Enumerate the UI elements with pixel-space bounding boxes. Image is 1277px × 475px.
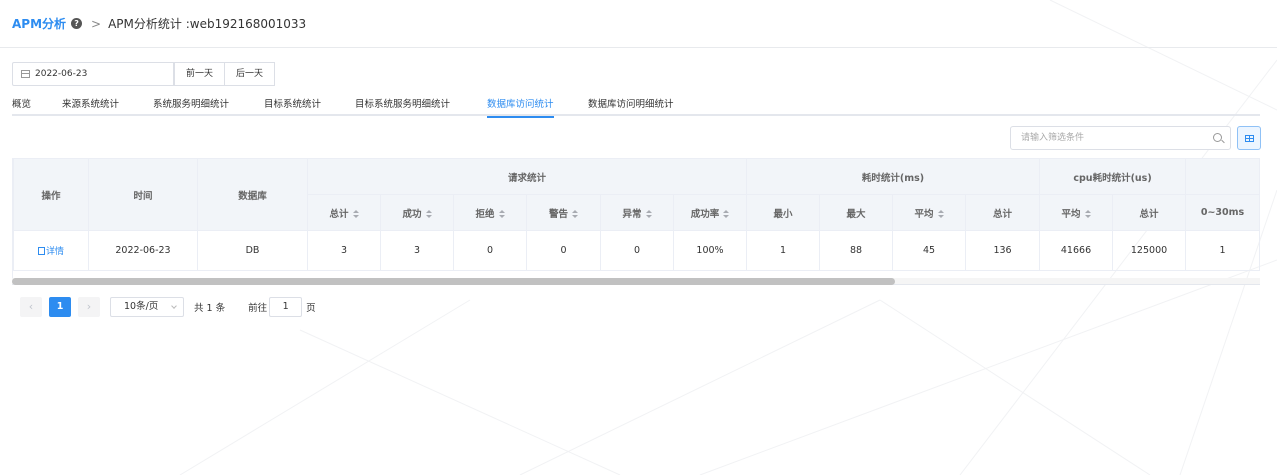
sort-icon[interactable]	[937, 210, 944, 218]
cell-cost-total: 136	[965, 230, 1041, 271]
page-title: APM分析统计 :web192168001033	[108, 17, 307, 31]
col-label: 成功率	[690, 208, 720, 220]
prev-day-button[interactable]: 前一天	[174, 62, 226, 86]
date-toolbar: 2022-06-23 前一天 后一天	[12, 62, 276, 86]
col-group-requests: 请求统计	[306, 158, 748, 195]
cell-cpu-avg: 41666	[1039, 230, 1114, 271]
page-size-select[interactable]: 10条/页	[110, 297, 184, 317]
sort-icon[interactable]	[723, 210, 730, 218]
sort-icon[interactable]	[425, 210, 432, 218]
help-icon[interactable]: ?	[71, 18, 83, 29]
col-label: 警告	[548, 208, 568, 220]
page-number-current[interactable]: 1	[49, 297, 71, 317]
goto-label: 前往	[248, 303, 268, 314]
col-group-cost: 耗时统计(ms)	[746, 158, 1041, 195]
cell-time: 2022-06-23	[88, 230, 198, 271]
cell-cost-avg: 45	[892, 230, 967, 271]
date-picker[interactable]: 2022-06-23	[12, 62, 174, 86]
col-group-cpu: cpu耗时统计(us)	[1039, 158, 1187, 195]
next-day-button[interactable]: 后一天	[224, 62, 276, 86]
detail-cell: 详情	[13, 230, 89, 271]
col-label: 成功	[402, 208, 422, 220]
cell-cost-min: 1	[746, 230, 821, 271]
cell-dist-0-30: 1	[1185, 230, 1260, 271]
cell-req-success: 3	[380, 230, 454, 271]
stats-table: 操作 时间 数据库 请求统计 耗时统计(ms) cpu耗时统计(us) 总计 成…	[12, 158, 1260, 278]
cell-database: DB	[197, 230, 308, 271]
filter-placeholder: 请输入筛选条件	[1021, 133, 1085, 143]
filter-input[interactable]: 请输入筛选条件	[1010, 126, 1231, 150]
table-row: 详情 2022-06-23 DB 3 3 0 0 0 100% 1 88 45 …	[13, 230, 1260, 271]
cell-req-total: 3	[307, 230, 381, 271]
header-bar: APM分析 ? > APM分析统计 :web192168001033	[0, 0, 1277, 48]
breadcrumb-separator-icon: >	[91, 16, 102, 31]
col-req-warn[interactable]: 警告	[526, 194, 601, 231]
goto-page-input[interactable]: 1	[269, 297, 303, 317]
col-cost-min: 最小	[746, 194, 821, 231]
sort-icon[interactable]	[352, 210, 359, 218]
col-req-total[interactable]: 总计	[307, 194, 381, 231]
col-label: 异常	[622, 208, 642, 220]
sort-icon[interactable]	[572, 210, 578, 218]
sort-icon[interactable]	[1084, 210, 1091, 218]
total-count: 共 1 条	[194, 303, 226, 314]
calendar-icon	[21, 70, 30, 78]
col-dist-0-30: 0~30ms	[1185, 194, 1260, 231]
col-group-distribution	[1185, 158, 1260, 195]
tab-target-service-detail[interactable]: 目标系统服务明细统计	[355, 96, 450, 114]
chevron-down-icon	[171, 303, 177, 309]
tab-db-access-detail[interactable]: 数据库访问明细统计	[588, 96, 674, 114]
col-req-error[interactable]: 异常	[600, 194, 674, 231]
cell-cost-max: 88	[819, 230, 894, 271]
horizontal-scrollbar[interactable]	[12, 278, 1260, 285]
cell-req-warn: 0	[526, 230, 601, 271]
brand-title[interactable]: APM分析	[12, 15, 66, 32]
col-label: 平均	[1061, 208, 1081, 220]
next-page-icon[interactable]: ›	[78, 297, 100, 317]
col-cost-avg[interactable]: 平均	[892, 194, 967, 231]
col-req-success[interactable]: 成功	[380, 194, 454, 231]
page-suffix: 页	[306, 303, 316, 314]
col-req-reject[interactable]: 拒绝	[453, 194, 527, 231]
col-cpu-total: 总计	[1112, 194, 1187, 231]
col-req-rate[interactable]: 成功率	[672, 194, 748, 231]
cell-req-rate: 100%	[672, 230, 748, 271]
date-value: 2022-06-23	[35, 69, 88, 79]
sort-icon[interactable]	[498, 210, 505, 218]
document-icon	[37, 247, 45, 255]
tab-service-detail[interactable]: 系统服务明细统计	[153, 96, 229, 114]
col-label: 拒绝	[475, 208, 495, 220]
table-grid-icon	[1245, 135, 1254, 142]
col-cost-total: 总计	[965, 194, 1041, 231]
tab-overview[interactable]: 概览	[12, 96, 31, 114]
tab-source-systems[interactable]: 来源系统统计	[62, 96, 119, 114]
cell-cpu-total: 125000	[1112, 230, 1187, 271]
col-label: 平均	[914, 208, 934, 220]
detail-link[interactable]: 详情	[37, 247, 64, 257]
col-label: 总计	[329, 208, 349, 220]
detail-label: 详情	[45, 247, 64, 257]
col-cpu-avg[interactable]: 平均	[1039, 194, 1114, 231]
tab-db-access[interactable]: 数据库访问统计	[487, 96, 554, 118]
col-time: 时间	[88, 158, 198, 231]
table-header-group-row: 操作 时间 数据库 请求统计 耗时统计(ms) cpu耗时统计(us)	[13, 158, 1260, 231]
scrollbar-thumb[interactable]	[12, 278, 895, 285]
column-settings-button[interactable]	[1237, 126, 1261, 150]
col-action: 操作	[13, 158, 89, 231]
cell-req-error: 0	[600, 230, 674, 271]
sort-icon[interactable]	[645, 210, 652, 218]
page-size-value: 10条/页	[124, 301, 159, 312]
search-icon[interactable]	[1213, 133, 1222, 142]
pagination: ‹ 1 › 10条/页 共 1 条 前往 1 页	[20, 297, 316, 317]
cell-req-reject: 0	[453, 230, 527, 271]
tab-bar: 概览 来源系统统计 系统服务明细统计 目标系统统计 目标系统服务明细统计 数据库…	[12, 94, 1260, 118]
col-database: 数据库	[197, 158, 308, 231]
col-cost-max: 最大	[819, 194, 894, 231]
prev-page-icon[interactable]: ‹	[20, 297, 42, 317]
tab-target-systems[interactable]: 目标系统统计	[264, 96, 321, 114]
